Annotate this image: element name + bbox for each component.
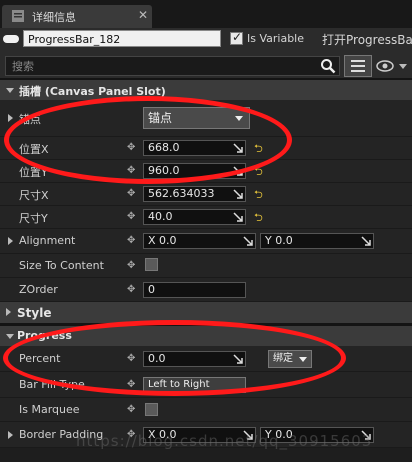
expand-arrow-icon (233, 143, 243, 153)
expand-chevron-icon[interactable] (8, 431, 13, 439)
expand-arrow-icon (243, 236, 253, 246)
widget-type-icon (3, 35, 19, 43)
size-to-content-checkbox[interactable] (145, 258, 158, 271)
size-to-content-row: Size To Content ✥ (0, 254, 412, 278)
expand-arrow-icon (233, 189, 243, 199)
property-options-icon[interactable]: ✥ (127, 166, 137, 176)
size-x-label: 尺寸X (19, 189, 49, 202)
size-y-row: 尺寸Y ✥ 40.0 ⮌ (0, 206, 412, 229)
chevron-down-icon (299, 357, 307, 362)
close-icon[interactable]: ✕ (138, 8, 148, 22)
position-x-input[interactable]: 668.0 (143, 140, 246, 156)
expand-arrow-icon (233, 166, 243, 176)
zorder-input[interactable]: 0 (143, 282, 246, 298)
zorder-row: ZOrder ✥ 0 (0, 278, 412, 302)
property-options-icon[interactable]: ✥ (127, 236, 137, 246)
details-icon (12, 10, 24, 22)
grid-icon (351, 60, 365, 72)
size-x-value: 562.634033 (148, 187, 215, 200)
bar-fill-type-dropdown[interactable]: Left to Right (143, 377, 246, 393)
collapse-chevron-icon (6, 334, 14, 339)
property-options-icon[interactable]: ✥ (127, 354, 137, 364)
anchor-dropdown-value: 锚点 (148, 111, 173, 125)
search-icon[interactable] (320, 58, 336, 74)
position-y-row: 位置Y ✥ 960.0 ⮌ (0, 160, 412, 183)
expand-chevron-icon[interactable] (8, 114, 13, 122)
is-marquee-label: Is Marquee (19, 403, 80, 416)
position-y-input[interactable]: 960.0 (143, 163, 246, 179)
slot-section-header[interactable]: 插槽 (Canvas Panel Slot) (0, 80, 412, 100)
property-options-icon[interactable]: ✥ (127, 285, 137, 295)
is-marquee-checkbox[interactable] (145, 403, 158, 416)
percent-row: Percent ✥ 0.0 绑定 (0, 346, 412, 372)
property-options-icon[interactable]: ✥ (127, 380, 137, 390)
expand-chevron-icon (6, 308, 11, 316)
position-x-row: 位置X ✥ 668.0 ⮌ (0, 137, 412, 160)
slot-section-title: 插槽 (Canvas Panel Slot) (19, 85, 166, 98)
property-options-icon[interactable]: ✥ (127, 405, 137, 415)
size-y-input[interactable]: 40.0 (143, 209, 246, 225)
expand-arrow-icon (233, 354, 243, 364)
watermark: https://blog.csdn.net/qq_30915603 (76, 432, 373, 450)
style-section-header[interactable]: Style (0, 302, 412, 323)
property-options-icon[interactable]: ✥ (127, 143, 137, 153)
panel-footer (0, 448, 412, 462)
widget-name-input[interactable]: ProgressBar_182 (23, 30, 221, 47)
expand-arrow-icon (361, 236, 371, 246)
percent-value: 0.0 (148, 352, 166, 365)
position-y-value: 960.0 (148, 164, 180, 177)
position-x-value: 668.0 (148, 141, 180, 154)
size-y-value: 40.0 (148, 210, 173, 223)
alignment-x-value: X 0.0 (148, 234, 177, 247)
alignment-y-value: Y 0.0 (265, 234, 293, 247)
property-options-icon[interactable]: ✥ (127, 189, 137, 199)
progress-section-header[interactable]: Progress (0, 326, 412, 346)
open-class-link[interactable]: 打开ProgressBa (322, 31, 412, 48)
search-input[interactable]: 搜索 (5, 56, 340, 76)
property-matrix-button[interactable] (344, 55, 372, 77)
collapse-chevron-icon (6, 88, 14, 93)
size-to-content-label: Size To Content (19, 259, 104, 272)
alignment-row: Alignment ✥ X 0.0 Y 0.0 (0, 229, 412, 254)
percent-input[interactable]: 0.0 (143, 351, 246, 367)
position-x-label: 位置X (19, 143, 49, 156)
bar-fill-type-label: Bar Fill Type (19, 378, 85, 391)
percent-label: Percent (19, 352, 61, 365)
reset-to-default-icon[interactable]: ⮌ (254, 186, 263, 205)
anchor-row: 锚点 锚点 (0, 100, 412, 137)
alignment-label: Alignment (19, 234, 76, 247)
expand-chevron-icon[interactable] (8, 237, 13, 245)
reset-to-default-icon[interactable]: ⮌ (254, 209, 263, 228)
property-options-icon[interactable]: ✥ (127, 261, 137, 271)
size-y-label: 尺寸Y (19, 212, 48, 225)
chevron-down-icon (235, 116, 243, 121)
size-x-input[interactable]: 562.634033 (143, 186, 246, 202)
tab-title: 详细信息 (32, 11, 76, 24)
bind-button[interactable]: 绑定 (268, 350, 312, 368)
is-variable-label: Is Variable (247, 32, 305, 45)
anchor-label: 锚点 (19, 113, 41, 126)
reset-to-default-icon[interactable]: ⮌ (254, 163, 263, 182)
zorder-value: 0 (148, 283, 155, 296)
progress-section-title: Progress (17, 329, 72, 342)
details-tab[interactable]: 详细信息 ✕ (2, 5, 152, 28)
position-y-label: 位置Y (19, 166, 48, 179)
property-options-icon[interactable]: ✥ (127, 212, 137, 222)
alignment-y-input[interactable]: Y 0.0 (260, 233, 374, 249)
reset-to-default-icon[interactable]: ⮌ (254, 140, 263, 159)
is-marquee-row: Is Marquee ✥ (0, 398, 412, 422)
view-options-chevron-icon[interactable] (399, 64, 407, 69)
bar-fill-type-row: Bar Fill Type ✥ Left to Right (0, 372, 412, 398)
style-section-title: Style (17, 306, 52, 320)
alignment-x-input[interactable]: X 0.0 (143, 233, 256, 249)
eye-icon[interactable] (376, 58, 398, 74)
bar-fill-type-value: Left to Right (148, 379, 210, 390)
bind-label: 绑定 (273, 353, 293, 364)
expand-arrow-icon (233, 212, 243, 222)
size-x-row: 尺寸X ✥ 562.634033 ⮌ (0, 183, 412, 206)
zorder-label: ZOrder (19, 283, 58, 296)
is-variable-checkbox[interactable] (230, 30, 243, 45)
anchor-dropdown[interactable]: 锚点 (143, 107, 250, 129)
